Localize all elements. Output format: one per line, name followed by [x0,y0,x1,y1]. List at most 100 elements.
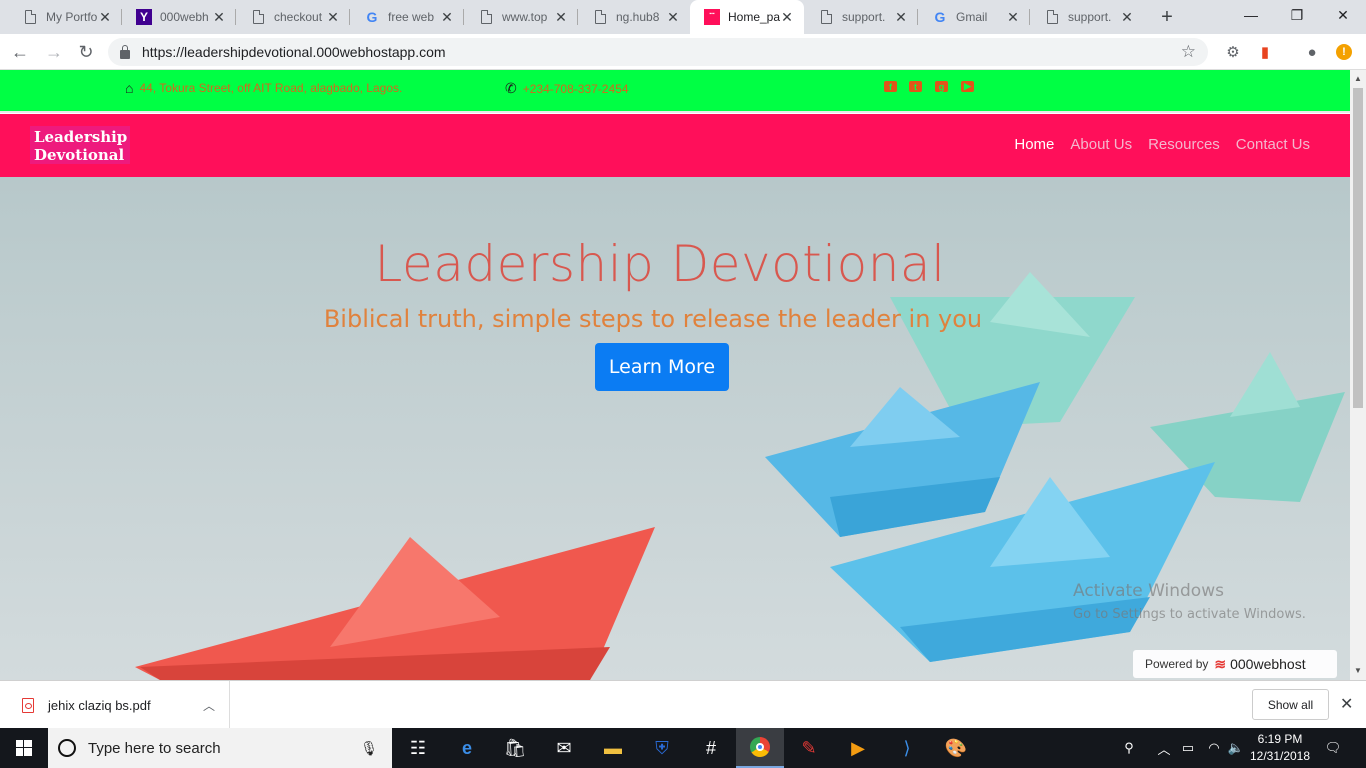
tray-chevron-icon[interactable]: ︿ [1156,728,1172,768]
paint-icon[interactable]: 🎨 [932,728,980,768]
browser-tab[interactable]: G free web ✕ [350,0,464,34]
restore-button[interactable]: ❐ [1274,0,1320,30]
tab-title: checkout [274,10,323,24]
tab-title: ng.hub8 [616,10,660,24]
vscode-icon[interactable]: ⟩ [883,728,931,768]
scroll-thumb[interactable] [1353,88,1363,408]
close-icon[interactable]: ✕ [98,9,112,26]
close-icon[interactable]: ✕ [440,9,454,26]
home-icon: ⌂ [125,80,134,96]
task-view-icon[interactable]: ☷ [394,728,442,768]
close-icon[interactable]: ✕ [554,9,568,26]
scroll-up-icon[interactable]: ▲ [1354,74,1362,83]
close-icon[interactable]: ✕ [894,9,908,26]
scroll-down-icon[interactable]: ▼ [1354,666,1362,675]
yahoo-icon: Y [136,9,152,25]
browser-tab-strip: My Portfo ✕ Y 000webh ✕ checkout ✕ G fre… [0,0,1366,34]
lock-icon[interactable] [120,44,130,59]
phone-info: ✆ +234-708-337-2454 [505,80,629,97]
site-logo[interactable]: Leadership Devotional [30,126,130,164]
close-icon[interactable]: ✕ [212,9,226,26]
browser-toolbar: ← → ↻ https://leadershipdevotional.000we… [0,34,1366,70]
reload-button[interactable]: ↻ [74,40,98,64]
close-icon[interactable]: ✕ [1006,9,1020,26]
browser-tab[interactable]: G Gmail ✕ [918,0,1030,34]
back-button[interactable]: ← [8,40,32,64]
webhost-brand: 000webhost [1230,656,1306,672]
windows-taskbar: Type here to search 🎙 ☷ e 🛍 ✉ ▬ ⛨ # ✎ ▶ … [0,728,1366,768]
hero-title: Leadership Devotional [374,235,946,293]
logo-line-2: Devotional [34,146,125,164]
file-explorer-icon[interactable]: ▬ [589,728,637,768]
facebook-icon[interactable]: f [884,81,897,92]
windows-start-button[interactable] [0,728,48,768]
activate-windows-watermark: Activate Windows [1073,581,1224,601]
page-scrollbar[interactable]: ▲ ▼ [1350,70,1366,680]
phone-text: +234-708-337-2454 [522,81,629,96]
nav-about-us[interactable]: About Us [1070,136,1132,153]
browser-tab[interactable]: Y 000webh ✕ [122,0,236,34]
browser-tab[interactable]: ng.hub8 ✕ [578,0,690,34]
youtube-icon[interactable]: ▶ [961,81,974,92]
page-icon [478,9,494,25]
twitter-icon[interactable]: t [909,81,922,92]
nav-home[interactable]: Home [1014,136,1054,153]
google-plus-icon[interactable]: g [935,81,948,92]
nav-resources[interactable]: Resources [1148,136,1220,153]
address-bar[interactable]: https://leadershipdevotional.000webhosta… [108,38,1208,66]
bookmark-star-icon[interactable]: ☆ [1181,42,1196,62]
close-icon[interactable]: ✕ [666,9,680,26]
system-clock[interactable]: 6:19 PM 12/31/2018 [1240,731,1320,765]
new-tab-button[interactable]: + [1156,6,1178,29]
media-player-icon[interactable]: ▶ [834,728,882,768]
profile-avatar-icon[interactable]: ● [1302,42,1322,62]
address-text: 44, Tokura Street, off AIT Road, alagbad… [139,81,403,95]
browser-tab[interactable]: support. ✕ [1030,0,1144,34]
office-extension-icon[interactable]: ▮ [1255,42,1275,62]
security-shield-icon[interactable]: ⛨ [638,728,686,768]
update-alert-icon[interactable]: ! [1334,42,1354,62]
learn-more-button[interactable]: Learn More [595,343,729,391]
window-close-button[interactable]: ✕ [1320,0,1366,30]
minimize-button[interactable]: — [1228,0,1274,30]
edge-browser-icon[interactable]: e [443,728,491,768]
wifi-icon[interactable]: ◠ [1206,728,1222,768]
browser-tab[interactable]: support. ✕ [804,0,918,34]
url-text[interactable]: https://leadershipdevotional.000webhosta… [142,44,446,60]
hero-section: Leadership Devotional Biblical truth, si… [0,177,1350,680]
slack-icon[interactable]: # [687,728,735,768]
close-downloads-icon[interactable]: ✕ [1340,694,1353,714]
nav-contact-us[interactable]: Contact Us [1236,136,1310,153]
page-icon [818,9,834,25]
site-favicon: ▪▪▪ [704,9,720,25]
download-item[interactable]: jehix claziq bs.pdf ︿ [10,681,230,729]
acrobat-icon[interactable]: ✎ [785,728,833,768]
browser-tab[interactable]: www.top ✕ [464,0,578,34]
show-all-button[interactable]: Show all [1252,689,1329,720]
close-icon[interactable]: ✕ [1120,9,1134,26]
browser-tab[interactable]: My Portfo ✕ [8,0,122,34]
notifications-icon[interactable]: 🗨 [1322,728,1344,768]
mail-icon[interactable]: ✉ [540,728,588,768]
microphone-icon[interactable]: 🎙 [360,740,378,757]
hero-subtitle: Biblical truth, simple steps to release … [323,305,983,333]
close-icon[interactable]: ✕ [326,9,340,26]
download-filename[interactable]: jehix claziq bs.pdf [48,698,203,713]
taskbar-search[interactable]: Type here to search 🎙 [48,728,392,768]
chevron-up-icon[interactable]: ︿ [203,697,215,714]
browser-tab[interactable]: checkout ✕ [236,0,350,34]
browser-tab-active[interactable]: ▪▪▪ Home_pa ✕ [690,0,804,34]
battery-icon[interactable]: ▭ [1180,728,1196,768]
extension-gear-icon[interactable]: ⚙ [1223,42,1243,62]
chrome-icon[interactable] [736,728,784,768]
people-icon[interactable]: ⚲ [1118,728,1140,768]
site-topbar: ⌂ 44, Tokura Street, off AIT Road, alagb… [0,70,1350,113]
clock-date: 12/31/2018 [1249,749,1311,763]
search-placeholder[interactable]: Type here to search [88,740,360,757]
store-icon[interactable]: 🛍 [491,728,539,768]
forward-button[interactable]: → [42,40,66,64]
tab-title: 000webh [160,10,209,24]
powered-by-badge[interactable]: Powered by ≋ 000webhost [1133,650,1337,678]
close-icon[interactable]: ✕ [780,9,794,26]
tab-title: support. [1068,10,1112,24]
